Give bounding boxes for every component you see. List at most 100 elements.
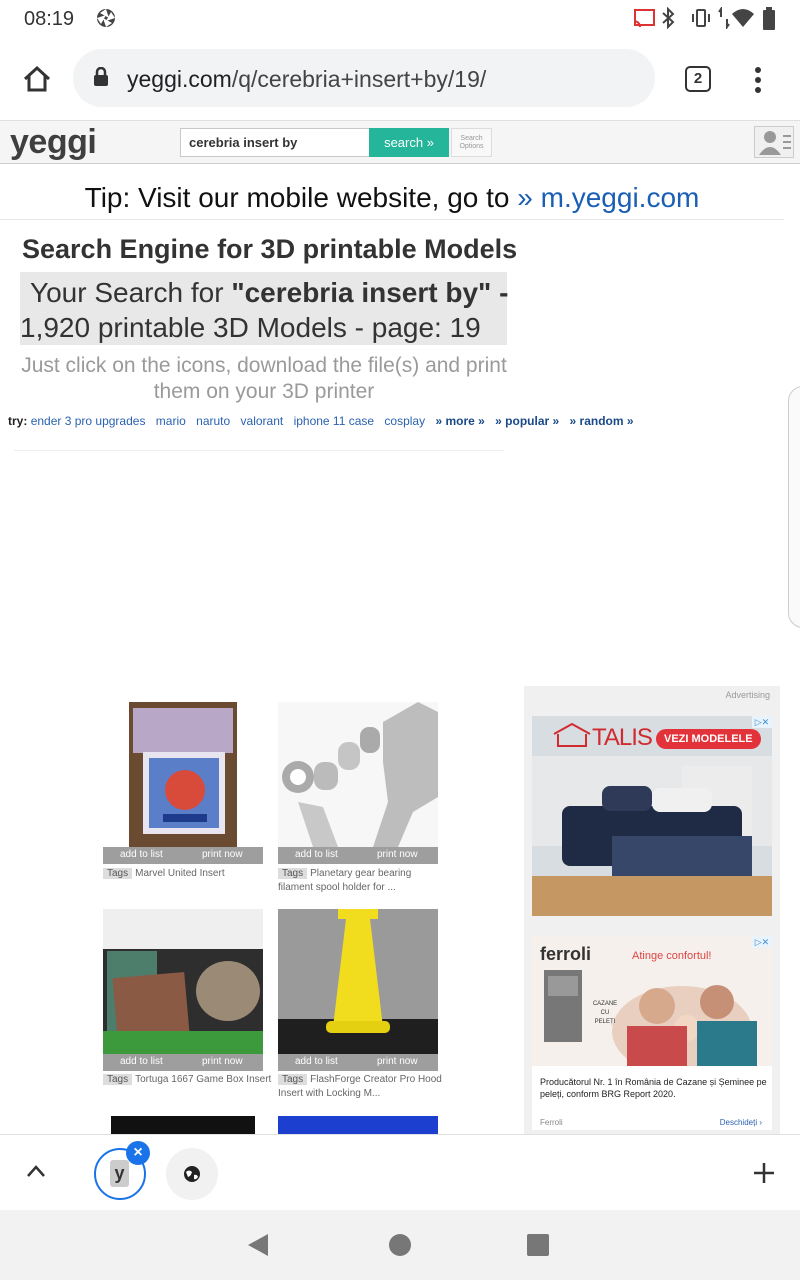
try-label: try:	[8, 414, 28, 428]
ad-source: Ferroli	[540, 1118, 563, 1127]
try-suggestions: try: ender 3 pro upgrades mario naruto v…	[8, 414, 641, 428]
tags-label: Tags	[103, 868, 133, 879]
tags-label: Tags	[103, 1074, 133, 1085]
model-thumbnail[interactable]	[278, 1116, 438, 1134]
wifi-icon	[732, 9, 754, 27]
search-input[interactable]: cerebria insert by	[180, 128, 370, 157]
data-arrows-icon	[718, 7, 730, 29]
add-to-list-button[interactable]: add to list	[295, 849, 338, 860]
mobile-site-link[interactable]: » m.yeggi.com	[517, 182, 699, 213]
ad-banner[interactable]: TALIS VEZI MODELELE ▷✕	[532, 716, 772, 916]
card-tags: Tags Marvel United Insert	[103, 867, 273, 881]
back-icon[interactable]	[246, 1232, 270, 1258]
print-now-button[interactable]: print now	[202, 1056, 243, 1067]
ad-cta-button[interactable]: VEZI MODELELE	[656, 729, 761, 749]
battery-icon	[763, 7, 775, 30]
new-tab-icon[interactable]	[752, 1161, 776, 1185]
card-actions: add to list print now	[278, 847, 438, 864]
more-vert-icon[interactable]	[750, 66, 766, 94]
try-link[interactable]: naruto	[196, 414, 230, 428]
ad-open-label: Deschideți	[719, 1118, 758, 1127]
url-path: /q/cerebria+insert+by/19/	[231, 66, 487, 92]
try-link[interactable]: mario	[156, 414, 186, 428]
more-link[interactable]: » more »	[435, 414, 484, 428]
advertising-label: Advertising	[725, 690, 770, 700]
add-to-list-button[interactable]: add to list	[120, 1056, 163, 1067]
ad-close-icon[interactable]: ▷✕	[752, 936, 772, 948]
subtitle-line2: them on your 3D printer	[153, 380, 375, 403]
card-actions: add to list print now	[103, 1054, 263, 1071]
globe-icon	[184, 1166, 200, 1182]
bluetooth-icon	[662, 7, 675, 29]
tags-label: Tags	[278, 868, 308, 879]
result-summary-line2: 1,920 printable 3D Models - page: 19	[20, 312, 481, 343]
try-link[interactable]: cosplay	[384, 414, 425, 428]
search-options-button[interactable]: Search Options	[451, 128, 492, 157]
advertising-sidebar: Advertising TALIS VEZI MODELELE ▷✕ ferro…	[524, 686, 780, 1136]
print-now-button[interactable]: print now	[202, 849, 243, 860]
home-nav-icon[interactable]	[388, 1233, 412, 1257]
try-link[interactable]: ender 3 pro upgrades	[31, 414, 146, 428]
vibrate-icon	[692, 9, 710, 27]
home-icon[interactable]	[22, 65, 52, 93]
user-menu-button[interactable]	[754, 126, 794, 158]
try-link[interactable]: valorant	[241, 414, 284, 428]
tip-text: Tip: Visit our mobile website, go to	[84, 182, 518, 213]
address-bar[interactable]: yeggi.com/q/cerebria+insert+by/19/	[73, 49, 655, 107]
model-thumbnail[interactable]	[111, 1116, 255, 1134]
url-domain: yeggi.com	[127, 66, 232, 92]
clock: 08:19	[24, 8, 75, 30]
ad-banner[interactable]: ferroli Atinge confortul! CAZANE CU PELE…	[532, 936, 772, 1130]
divider	[14, 450, 504, 451]
url-text: yeggi.com/q/cerebria+insert+by/19/	[127, 66, 486, 93]
aperture-icon	[97, 9, 115, 27]
ad-product-label: CAZANE CU PELEȚI	[592, 1001, 618, 1025]
random-link[interactable]: » random »	[570, 414, 634, 428]
quote-close: " -	[478, 277, 509, 308]
print-now-button[interactable]: print now	[377, 849, 418, 860]
status-bar: 08:19	[0, 0, 800, 40]
ad-brand: TALIS	[592, 724, 653, 751]
ad-tagline: Atinge confortul!	[632, 950, 712, 962]
close-tab-icon[interactable]: ×	[126, 1141, 150, 1165]
model-thumbnail[interactable]	[103, 702, 263, 847]
site-logo[interactable]: yeggi	[10, 123, 97, 162]
lock-icon	[94, 67, 108, 86]
divider	[0, 219, 784, 220]
add-to-list-button[interactable]: add to list	[120, 849, 163, 860]
subtitle: Just click on the icons, download the fi…	[0, 353, 528, 405]
popular-link[interactable]: » popular »	[495, 414, 559, 428]
talis-house-icon	[553, 722, 591, 747]
model-thumbnail[interactable]	[278, 702, 438, 847]
recents-icon[interactable]	[526, 1233, 550, 1257]
result-summary-line1: Your Search for "cerebria insert by" -	[30, 277, 508, 309]
card-title[interactable]: Tortuga 1667 Game Box Insert	[135, 1074, 271, 1085]
tab-switcher-button[interactable]: 2	[685, 66, 711, 92]
ad-close-icon[interactable]: ▷✕	[752, 716, 772, 728]
search-button[interactable]: search »	[369, 128, 449, 157]
ad-brand: ferroli	[540, 944, 592, 964]
subtitle-line1: Just click on the icons, download the fi…	[21, 354, 507, 377]
model-thumbnail[interactable]	[278, 909, 438, 1054]
site-header: yeggi cerebria insert by search » Search…	[0, 120, 800, 164]
quote-open: "	[231, 277, 245, 308]
try-link[interactable]: iphone 11 case	[294, 414, 375, 428]
tab-2[interactable]	[166, 1148, 218, 1200]
scroll-edge[interactable]	[788, 386, 800, 628]
cast-icon	[633, 9, 655, 28]
print-now-button[interactable]: print now	[377, 1056, 418, 1067]
ad-open-link[interactable]: Deschideți ›	[720, 1118, 762, 1127]
model-thumbnail[interactable]	[103, 909, 263, 1054]
card-actions: add to list print now	[278, 1054, 438, 1071]
card-title[interactable]: Marvel United Insert	[135, 868, 224, 879]
mobile-tip: Tip: Visit our mobile website, go to » m…	[0, 182, 784, 214]
tab-favicon: y	[110, 1160, 129, 1187]
card-tags: Tags Planetary gear bearing filament spoo…	[278, 867, 448, 895]
chevron-up-icon[interactable]	[25, 1163, 47, 1179]
result-query: cerebria insert by	[244, 277, 479, 308]
card-tags: Tags Tortuga 1667 Game Box Insert	[103, 1073, 273, 1087]
add-to-list-button[interactable]: add to list	[295, 1056, 338, 1067]
system-nav-bar	[0, 1210, 800, 1280]
ad-description: Producătorul Nr. 1 în România de Cazane …	[540, 1077, 767, 1099]
tags-label: Tags	[278, 1074, 308, 1085]
